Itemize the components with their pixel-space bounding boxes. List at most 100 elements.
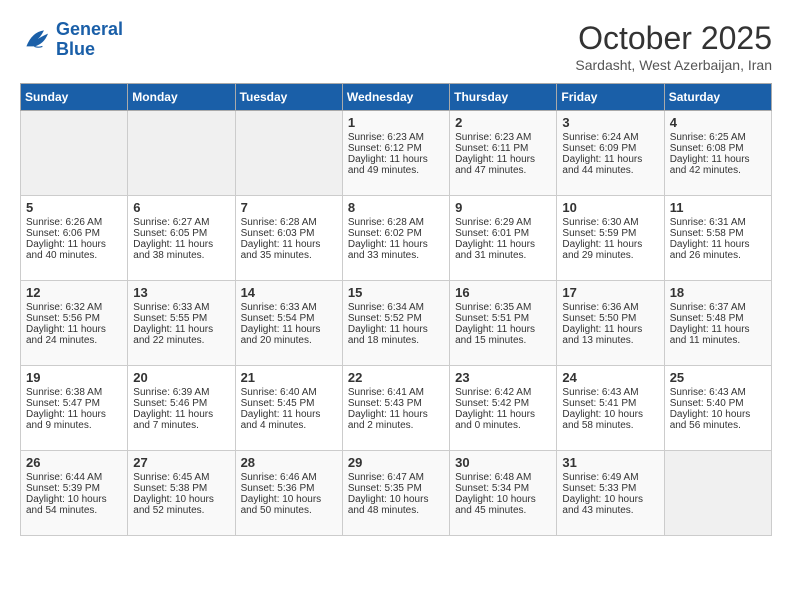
sunrise-text: Sunrise: 6:44 AM: [26, 472, 122, 483]
sunset-text: Sunset: 5:36 PM: [241, 483, 337, 494]
calendar-cell: 11Sunrise: 6:31 AMSunset: 5:58 PMDayligh…: [664, 196, 771, 281]
sunrise-text: Sunrise: 6:39 AM: [133, 387, 229, 398]
sunrise-text: Sunrise: 6:38 AM: [26, 387, 122, 398]
sunrise-text: Sunrise: 6:24 AM: [562, 132, 658, 143]
day-number: 6: [133, 200, 229, 215]
day-number: 8: [348, 200, 444, 215]
sunset-text: Sunset: 6:01 PM: [455, 228, 551, 239]
day-number: 18: [670, 285, 766, 300]
daylight-text: Daylight: 11 hours and 4 minutes.: [241, 409, 337, 431]
sunset-text: Sunset: 5:43 PM: [348, 398, 444, 409]
sunset-text: Sunset: 6:12 PM: [348, 143, 444, 154]
day-number: 30: [455, 455, 551, 470]
sunrise-text: Sunrise: 6:30 AM: [562, 217, 658, 228]
sunrise-text: Sunrise: 6:34 AM: [348, 302, 444, 313]
day-number: 24: [562, 370, 658, 385]
day-number: 22: [348, 370, 444, 385]
daylight-text: Daylight: 11 hours and 20 minutes.: [241, 324, 337, 346]
calendar-cell: 4Sunrise: 6:25 AMSunset: 6:08 PMDaylight…: [664, 111, 771, 196]
day-number: 27: [133, 455, 229, 470]
weekday-header-thursday: Thursday: [450, 84, 557, 111]
daylight-text: Daylight: 11 hours and 47 minutes.: [455, 154, 551, 176]
sunset-text: Sunset: 5:47 PM: [26, 398, 122, 409]
day-number: 2: [455, 115, 551, 130]
daylight-text: Daylight: 11 hours and 49 minutes.: [348, 154, 444, 176]
calendar-cell: 16Sunrise: 6:35 AMSunset: 5:51 PMDayligh…: [450, 281, 557, 366]
weekday-header-monday: Monday: [128, 84, 235, 111]
sunrise-text: Sunrise: 6:36 AM: [562, 302, 658, 313]
sunrise-text: Sunrise: 6:26 AM: [26, 217, 122, 228]
logo-icon: [20, 24, 52, 56]
day-number: 17: [562, 285, 658, 300]
sunset-text: Sunset: 5:41 PM: [562, 398, 658, 409]
sunset-text: Sunset: 5:35 PM: [348, 483, 444, 494]
title-block: October 2025 Sardasht, West Azerbaijan, …: [575, 20, 772, 73]
day-number: 29: [348, 455, 444, 470]
calendar-week-2: 5 Sunrise: 6:26 AMSunset: 6:06 PM Daylight…: [21, 196, 772, 281]
day-number: 23: [455, 370, 551, 385]
sunset-text: Sunset: 5:52 PM: [348, 313, 444, 324]
calendar-cell: 10Sunrise: 6:30 AMSunset: 5:59 PMDayligh…: [557, 196, 664, 281]
sunset-text: Sunset: 6:05 PM: [133, 228, 229, 239]
calendar-cell: 27Sunrise: 6:45 AMSunset: 5:38 PMDayligh…: [128, 451, 235, 536]
sunset-text: Sunset: 6:02 PM: [348, 228, 444, 239]
sunrise-text: Sunrise: 6:49 AM: [562, 472, 658, 483]
daylight-text: Daylight: 11 hours and 7 minutes.: [133, 409, 229, 431]
calendar-week-3: 12Sunrise: 6:32 AMSunset: 5:56 PMDayligh…: [21, 281, 772, 366]
calendar-cell: [235, 111, 342, 196]
sunrise-text: Sunrise: 6:33 AM: [241, 302, 337, 313]
day-number: 9: [455, 200, 551, 215]
day-number: 26: [26, 455, 122, 470]
sunrise-text: Sunrise: 6:23 AM: [348, 132, 444, 143]
calendar-cell: 26Sunrise: 6:44 AMSunset: 5:39 PMDayligh…: [21, 451, 128, 536]
day-number: 11: [670, 200, 766, 215]
day-number: 1: [348, 115, 444, 130]
sunrise-text: Sunrise: 6:47 AM: [348, 472, 444, 483]
day-number: 5: [26, 200, 122, 215]
sunrise-text: Sunrise: 6:23 AM: [455, 132, 551, 143]
weekday-header-saturday: Saturday: [664, 84, 771, 111]
sunrise-text: Sunrise: 6:25 AM: [670, 132, 766, 143]
daylight-text: Daylight: 10 hours and 50 minutes.: [241, 494, 337, 516]
sunrise-text: Sunrise: 6:48 AM: [455, 472, 551, 483]
daylight-text: Daylight: 11 hours and 35 minutes.: [241, 239, 337, 261]
calendar-week-1: 1Sunrise: 6:23 AMSunset: 6:12 PMDaylight…: [21, 111, 772, 196]
sunset-text: Sunset: 5:45 PM: [241, 398, 337, 409]
calendar-cell: 21Sunrise: 6:40 AMSunset: 5:45 PMDayligh…: [235, 366, 342, 451]
calendar-cell: 13Sunrise: 6:33 AMSunset: 5:55 PMDayligh…: [128, 281, 235, 366]
daylight-text: Daylight: 11 hours and 15 minutes.: [455, 324, 551, 346]
daylight-text: Daylight: 10 hours and 54 minutes.: [26, 494, 122, 516]
daylight-text: Daylight: 11 hours and 29 minutes.: [562, 239, 658, 261]
sunrise-text: Sunrise: 6:28 AM: [348, 217, 444, 228]
sunset-text: Sunset: 5:58 PM: [670, 228, 766, 239]
sunset-text: Sunset: 5:42 PM: [455, 398, 551, 409]
sunrise-text: Sunrise: 6:45 AM: [133, 472, 229, 483]
calendar-week-4: 19Sunrise: 6:38 AMSunset: 5:47 PMDayligh…: [21, 366, 772, 451]
logo: General Blue: [20, 20, 123, 60]
daylight-text: Daylight: 11 hours and 9 minutes.: [26, 409, 122, 431]
sunrise-text: Sunrise: 6:33 AM: [133, 302, 229, 313]
calendar-cell: [664, 451, 771, 536]
calendar-cell: 14Sunrise: 6:33 AMSunset: 5:54 PMDayligh…: [235, 281, 342, 366]
daylight-text: Daylight: 11 hours and 31 minutes.: [455, 239, 551, 261]
day-number: 4: [670, 115, 766, 130]
weekday-header-sunday: Sunday: [21, 84, 128, 111]
sunset-text: Sunset: 5:40 PM: [670, 398, 766, 409]
calendar-cell: 6Sunrise: 6:27 AMSunset: 6:05 PMDaylight…: [128, 196, 235, 281]
sunset-text: Sunset: 6:06 PM: [26, 228, 122, 239]
weekday-header-wednesday: Wednesday: [342, 84, 449, 111]
day-number: 19: [26, 370, 122, 385]
sunset-text: Sunset: 6:08 PM: [670, 143, 766, 154]
calendar-cell: 1 Sunrise: 6:23 AMSunset: 6:12 PMDaylight…: [342, 111, 449, 196]
calendar-cell: 20Sunrise: 6:39 AMSunset: 5:46 PMDayligh…: [128, 366, 235, 451]
daylight-text: Daylight: 11 hours and 44 minutes.: [562, 154, 658, 176]
sunrise-text: Sunrise: 6:42 AM: [455, 387, 551, 398]
sunset-text: Sunset: 5:34 PM: [455, 483, 551, 494]
sunset-text: Sunset: 5:59 PM: [562, 228, 658, 239]
calendar-cell: 24Sunrise: 6:43 AMSunset: 5:41 PMDayligh…: [557, 366, 664, 451]
sunset-text: Sunset: 5:51 PM: [455, 313, 551, 324]
calendar-cell: 7Sunrise: 6:28 AMSunset: 6:03 PMDaylight…: [235, 196, 342, 281]
daylight-text: Daylight: 11 hours and 13 minutes.: [562, 324, 658, 346]
weekday-header-friday: Friday: [557, 84, 664, 111]
calendar-week-5: 26Sunrise: 6:44 AMSunset: 5:39 PMDayligh…: [21, 451, 772, 536]
